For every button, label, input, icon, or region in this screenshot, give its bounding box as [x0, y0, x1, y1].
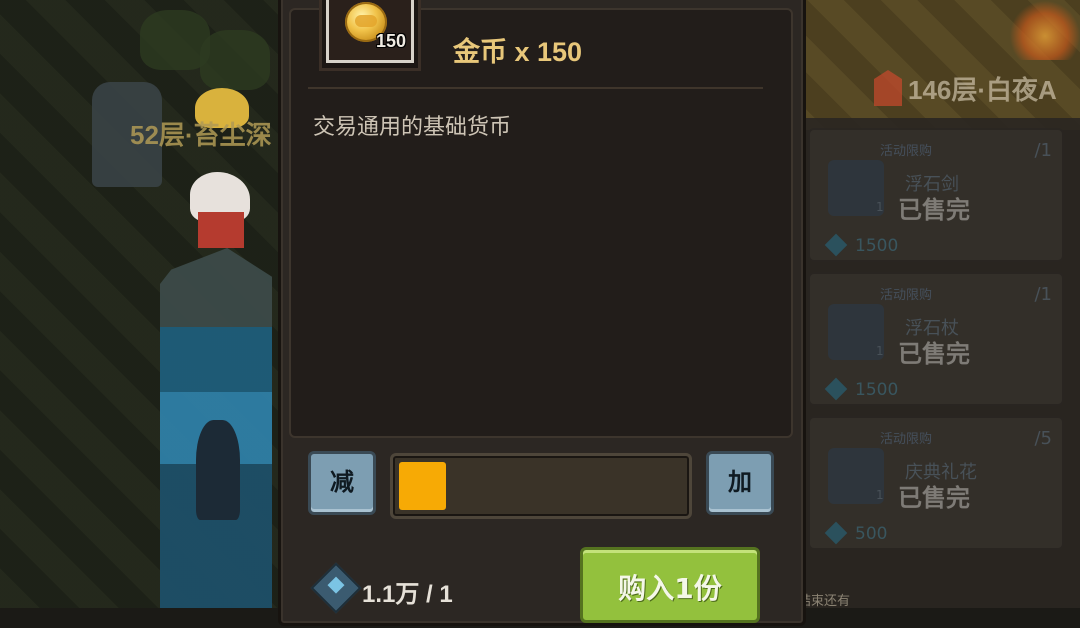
quantity-slider[interactable]	[390, 453, 692, 519]
sold-out-label: 已售完	[898, 484, 970, 512]
shop-item-limit: /5	[1034, 428, 1052, 449]
floor-label-left: 52层·苔尘深	[130, 120, 272, 150]
shop-item-limit: /1	[1034, 284, 1052, 305]
increase-button[interactable]: 加	[706, 451, 774, 515]
shop-item-card[interactable]: 活动限购/1 浮石杖 1 已售完 1500	[808, 272, 1064, 406]
sold-out-label: 已售完	[898, 340, 970, 368]
item-description-panel	[289, 8, 793, 438]
plant-decoration	[200, 30, 270, 90]
item-title: 金币 x 150	[453, 37, 583, 67]
divider	[308, 87, 763, 89]
diamond-gem-icon	[824, 377, 848, 401]
shop-item-card[interactable]: 活动限购/1 浮石剑 1 已售完 1500	[808, 128, 1064, 262]
diamond-gem-icon	[824, 521, 848, 545]
quantity-slider-fill[interactable]	[399, 462, 446, 510]
diamond-gem-icon	[824, 233, 848, 257]
player-character-dark	[196, 420, 240, 520]
shop-item-limit: /1	[1034, 140, 1052, 161]
shop-item-count: 1	[876, 200, 884, 214]
decrease-button[interactable]: 减	[308, 451, 376, 515]
shop-item-card[interactable]: 活动限购/5 庆典礼花 1 已售完 500	[808, 416, 1064, 550]
item-description: 交易通用的基础货币	[313, 115, 512, 140]
fire-effect	[1010, 0, 1080, 60]
shop-item-price: 1500	[855, 380, 899, 400]
cost-text: 1.1万 / 1	[362, 581, 453, 608]
floor-label-right: 146层·白夜A	[908, 75, 1057, 105]
shop-item-count: 1	[876, 488, 884, 502]
sold-out-label: 已售完	[898, 196, 970, 224]
shop-item-category: 活动限购	[880, 432, 933, 447]
shop-item-category: 活动限购	[880, 288, 933, 303]
shop-item-count: 1	[876, 344, 884, 358]
shop-item-price: 1500	[855, 236, 899, 256]
item-count-badge: 150	[375, 31, 406, 51]
shop-item-price: 500	[855, 524, 888, 544]
shop-item-category: 活动限购	[880, 144, 933, 159]
player-character-body	[198, 212, 244, 248]
buy-button[interactable]: 购入1份	[580, 547, 760, 623]
